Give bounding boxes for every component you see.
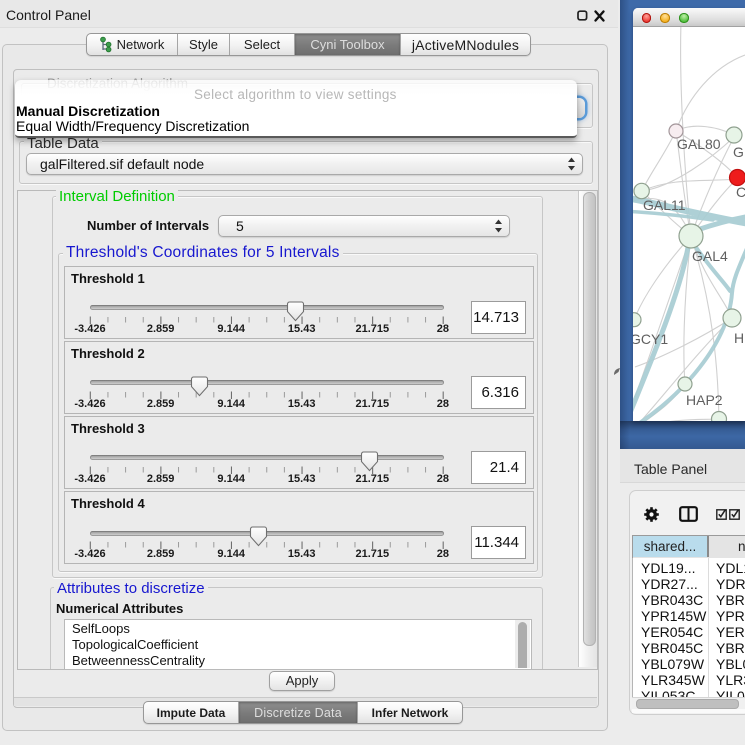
svg-text:H: H bbox=[734, 330, 744, 346]
svg-text:GAL4: GAL4 bbox=[692, 248, 728, 264]
svg-text:G: G bbox=[733, 144, 744, 160]
svg-text:C: C bbox=[736, 184, 745, 200]
svg-text:HAP2: HAP2 bbox=[686, 392, 723, 408]
svg-text:GCY1: GCY1 bbox=[633, 331, 668, 347]
svg-text:GAL80: GAL80 bbox=[677, 136, 721, 152]
svg-text:GAL11: GAL11 bbox=[643, 197, 686, 213]
